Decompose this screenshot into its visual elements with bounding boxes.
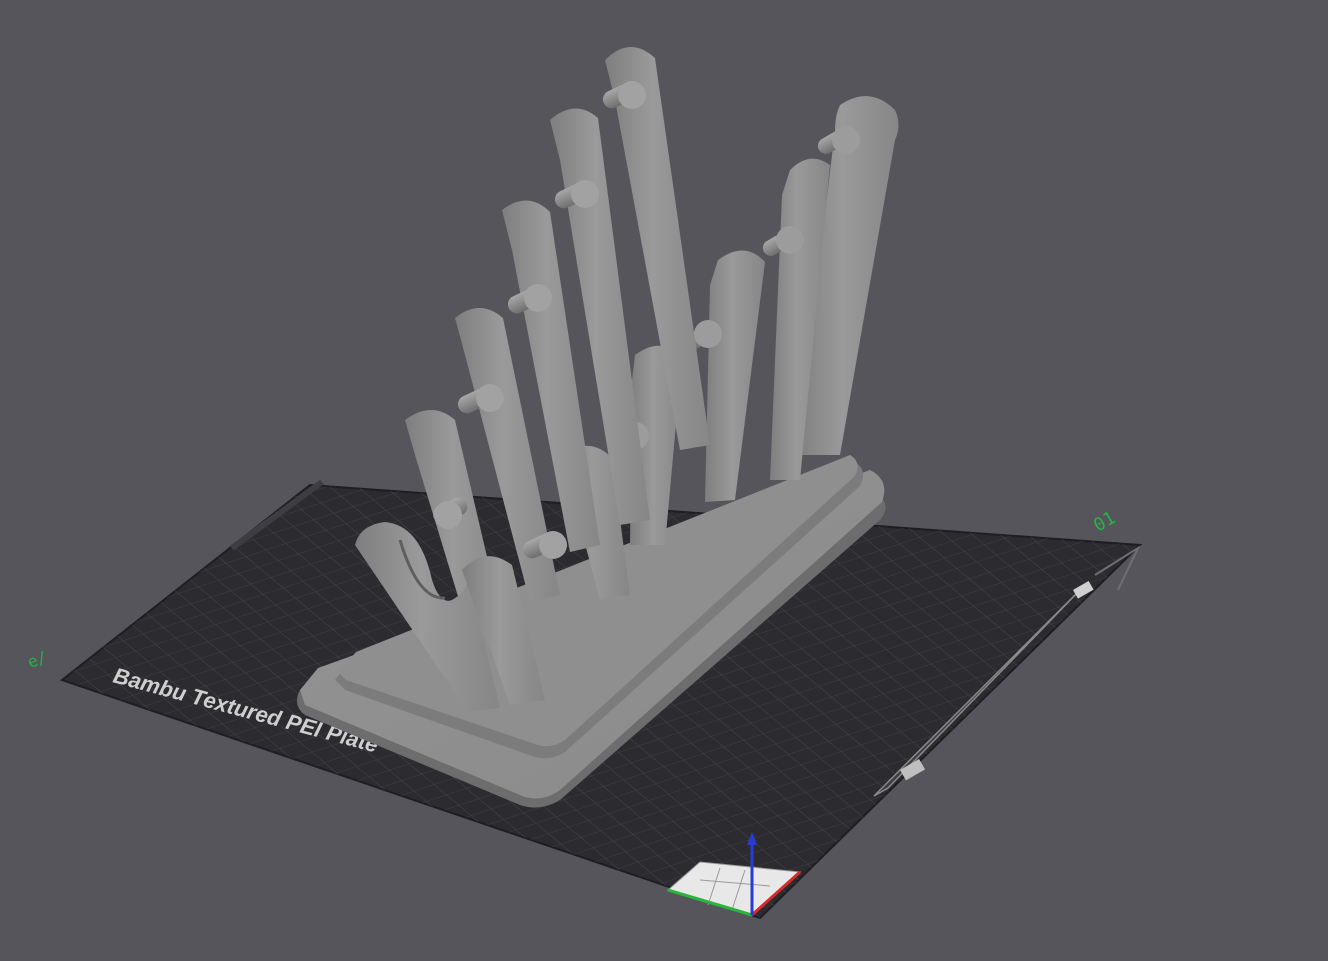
edge-marker: e/: [25, 647, 50, 671]
plate-number: 01: [1090, 507, 1119, 536]
scene[interactable]: Bambu Textured PEI Plate 01 e/: [0, 0, 1328, 956]
3d-viewport[interactable]: Bambu Textured PEI Plate 01 e/: [0, 0, 1328, 956]
